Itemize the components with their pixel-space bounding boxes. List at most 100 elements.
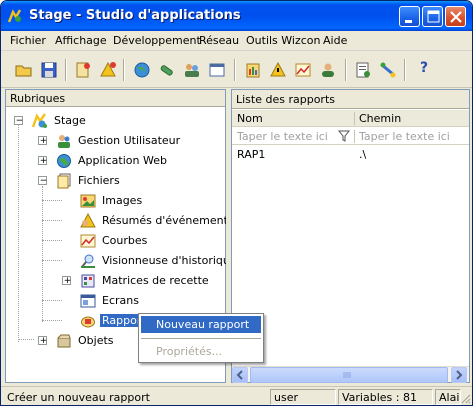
- toolbar-separator: [234, 59, 236, 81]
- menu-separator: [141, 338, 261, 339]
- toolbar-separator: [345, 59, 347, 81]
- cell-chemin: .\: [359, 148, 367, 161]
- status-bar: Créer un nouveau rapport user Variables …: [1, 386, 472, 405]
- menu-item-nouveau-rapport[interactable]: Nouveau rapport: [141, 316, 261, 333]
- tree-item-fichiers[interactable]: − Fichiers: [12, 172, 212, 190]
- tree-label: Objets: [78, 334, 114, 347]
- menu-aide[interactable]: Aide: [323, 34, 347, 47]
- tree-expander[interactable]: −: [14, 116, 23, 126]
- reports-list-pane: Liste des rapports Nom Chemin Taper le t…: [231, 89, 470, 383]
- tree-item-matrices-recette[interactable]: + Matrices de recette: [12, 272, 212, 290]
- save-icon[interactable]: [39, 60, 59, 80]
- tree-item-gestion-utilisateur[interactable]: + Gestion Utilisateur: [12, 132, 212, 150]
- chart-icon: [80, 234, 96, 248]
- users-icon: [58, 135, 70, 148]
- status-user: user: [270, 389, 336, 405]
- tree-label: Gestion Utilisateur: [78, 134, 181, 147]
- column-chemin[interactable]: Chemin: [359, 112, 401, 125]
- globe-icon[interactable]: [132, 60, 152, 80]
- network-icon[interactable]: [378, 60, 398, 80]
- tree-label-selected: Rappor: [100, 314, 144, 327]
- chevron-left-icon: [236, 370, 243, 380]
- add-page-icon[interactable]: [73, 60, 93, 80]
- grid-header: Nom Chemin: [232, 110, 469, 127]
- help-icon[interactable]: ?: [414, 60, 434, 80]
- tree-expander[interactable]: −: [38, 176, 47, 186]
- recipe-matrix-icon: [81, 274, 95, 288]
- open-folder-icon[interactable]: [14, 60, 34, 80]
- report-icon[interactable]: [243, 60, 263, 80]
- rubriques-header: Rubriques: [6, 90, 225, 107]
- title-bar[interactable]: Stage - Studio d'applications: [1, 1, 472, 31]
- scrollbar-thumb[interactable]: [250, 367, 448, 383]
- context-menu: Nouveau rapport Propriétés...: [138, 313, 264, 363]
- filter-input-nom[interactable]: Taper le texte ici: [237, 130, 328, 143]
- chart-icon[interactable]: [293, 60, 313, 80]
- tree-expander[interactable]: +: [38, 336, 47, 346]
- link-icon[interactable]: [157, 60, 177, 80]
- toolbar-separator: [123, 59, 125, 81]
- tree-label: Ecrans: [102, 294, 139, 307]
- tree-label: Images: [102, 194, 143, 207]
- status-message: Créer un nouveau rapport: [7, 391, 150, 404]
- menu-bar: Fichier Affichage Développement Réseau O…: [1, 31, 472, 51]
- menu-affichage[interactable]: Affichage: [55, 34, 107, 47]
- horizontal-scrollbar[interactable]: [232, 366, 469, 383]
- files-icon: [57, 173, 71, 189]
- tree-expander[interactable]: +: [62, 276, 71, 286]
- resize-grip-icon[interactable]: [460, 393, 471, 404]
- app-logo-icon: [7, 9, 22, 23]
- window-list-icon[interactable]: [207, 60, 227, 80]
- scroll-right-button[interactable]: [451, 367, 467, 383]
- maximize-button[interactable]: [422, 6, 443, 27]
- tree-label: Résumés d'événements: [102, 214, 234, 227]
- status-alarm: Alai: [435, 389, 461, 405]
- column-divider: [354, 130, 355, 143]
- images-icon: [80, 194, 96, 208]
- scroll-left-button[interactable]: [232, 367, 248, 383]
- grip-icon: [343, 372, 351, 378]
- history-viewer-icon: [81, 254, 95, 268]
- reports-icon: [81, 316, 95, 328]
- status-variables: Variables : 81: [338, 389, 433, 405]
- tree-item-visionneuse-historique[interactable]: Visionneuse d'historique: [12, 252, 237, 270]
- tree-item-resumes-evenements[interactable]: Résumés d'événements: [12, 212, 234, 230]
- screens-icon: [80, 294, 96, 308]
- tree-expander[interactable]: +: [38, 156, 47, 166]
- table-row[interactable]: RAP1 .\: [232, 147, 469, 163]
- menu-developpement[interactable]: Développement: [113, 34, 201, 47]
- main-window: Stage - Studio d'applications Fichier Af…: [0, 0, 473, 406]
- user-icon[interactable]: [318, 60, 338, 80]
- close-icon: [450, 11, 462, 23]
- minimize-button[interactable]: [399, 6, 420, 27]
- filter-icon[interactable]: [338, 130, 350, 142]
- event-summary-icon: [80, 213, 96, 228]
- tree-label: Courbes: [102, 234, 148, 247]
- column-divider[interactable]: [354, 112, 355, 125]
- tree-item-stage[interactable]: − Stage: [12, 112, 212, 130]
- tree-item-application-web[interactable]: + Application Web: [12, 152, 212, 170]
- tree-label: Fichiers: [78, 174, 120, 187]
- print-settings-icon[interactable]: [353, 60, 373, 80]
- people-icon[interactable]: [182, 60, 202, 80]
- toolbar-separator: [404, 59, 406, 81]
- tree-label: Application Web: [78, 154, 167, 167]
- filter-input-chemin[interactable]: Taper le texte ici: [359, 130, 450, 143]
- menu-reseau[interactable]: Réseau: [199, 34, 239, 47]
- window-title: Stage - Studio d'applications: [29, 8, 241, 23]
- tree-expander[interactable]: +: [38, 136, 47, 146]
- menu-fichier[interactable]: Fichier: [10, 34, 46, 47]
- cell-nom: RAP1: [237, 148, 266, 161]
- reports-list-header: Liste des rapports: [232, 90, 469, 109]
- warning-icon[interactable]: [268, 60, 288, 80]
- tree-item-courbes[interactable]: Courbes: [12, 232, 212, 250]
- tree-item-images[interactable]: Images: [12, 192, 212, 210]
- objects-icon: [57, 334, 71, 348]
- tree-item-ecrans[interactable]: Ecrans: [12, 292, 212, 310]
- menu-item-proprietes[interactable]: Propriétés...: [141, 343, 261, 360]
- minimize-icon: [405, 20, 412, 23]
- add-alert-icon[interactable]: [98, 60, 118, 80]
- menu-outils-wizcon[interactable]: Outils Wizcon: [246, 34, 321, 47]
- column-nom[interactable]: Nom: [237, 112, 263, 125]
- close-button[interactable]: [445, 6, 466, 27]
